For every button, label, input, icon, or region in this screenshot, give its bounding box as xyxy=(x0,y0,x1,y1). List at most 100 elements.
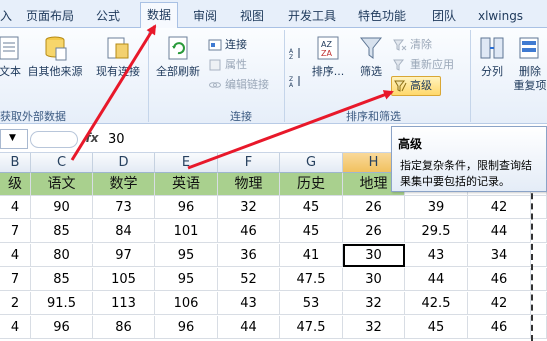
table-cell[interactable]: 91.5 xyxy=(31,292,93,315)
table-cell[interactable]: 73 xyxy=(93,196,155,219)
text-to-columns-button[interactable]: 分列 xyxy=(474,34,510,79)
table-header-cell[interactable]: 历史 xyxy=(280,173,343,196)
edit-links-button[interactable]: 编辑链接 xyxy=(208,76,269,93)
from-other-sources-button[interactable]: 自其他来源 xyxy=(24,34,86,79)
table-cell[interactable]: 46 xyxy=(468,268,531,291)
table-cell[interactable]: 39 xyxy=(405,196,468,219)
table-cell[interactable]: 42 xyxy=(468,196,531,219)
table-cell[interactable]: 29.5 xyxy=(405,220,468,243)
reapply-button[interactable]: 重新应用 xyxy=(393,56,454,73)
tab-view[interactable]: 视图 xyxy=(240,6,264,26)
table-cell[interactable]: 113 xyxy=(93,292,155,315)
table-header-cell[interactable]: 物理 xyxy=(218,173,280,196)
filter-button[interactable]: 筛选 xyxy=(354,34,388,79)
table-cell[interactable]: 52 xyxy=(218,268,280,291)
table-cell[interactable]: 44 xyxy=(218,316,280,339)
table-cell[interactable]: 44 xyxy=(468,220,531,243)
table-cell[interactable] xyxy=(533,268,547,291)
table-cell[interactable]: 46 xyxy=(218,220,280,243)
table-cell[interactable]: 34 xyxy=(468,244,531,267)
sort-button[interactable]: AZ ZA 排序... xyxy=(306,34,350,79)
tab-formulas[interactable]: 公式 xyxy=(96,6,120,26)
table-cell[interactable]: 43 xyxy=(218,292,280,315)
properties-button[interactable]: 属性 xyxy=(208,56,247,73)
table-cell[interactable]: 4 xyxy=(0,196,31,219)
table-cell[interactable]: 36 xyxy=(218,244,280,267)
table-cell[interactable] xyxy=(533,196,547,219)
column-header-c[interactable]: C xyxy=(31,153,93,173)
remove-duplicates-button[interactable]: 删除 重复项 xyxy=(512,34,547,93)
table-cell[interactable]: 32 xyxy=(343,316,405,339)
table-cell[interactable]: 30 xyxy=(343,268,405,291)
sort-ascending-button[interactable]: AZ xyxy=(288,44,304,61)
table-cell[interactable]: 4 xyxy=(0,316,31,339)
tab-special-features[interactable]: 特色功能 xyxy=(358,6,406,26)
active-cell[interactable]: 30 xyxy=(343,244,405,267)
table-cell[interactable]: 96 xyxy=(31,316,93,339)
tab-xlwings[interactable]: xlwings xyxy=(478,6,523,26)
formula-bar-expander[interactable] xyxy=(30,131,78,148)
insert-function-button[interactable]: fx xyxy=(82,131,102,148)
table-cell[interactable]: 47.5 xyxy=(280,316,343,339)
table-cell[interactable]: 45 xyxy=(405,316,468,339)
table-cell[interactable]: 32 xyxy=(343,292,405,315)
column-header-d[interactable]: D xyxy=(93,153,155,173)
table-header-cell[interactable]: 数学 xyxy=(93,173,155,196)
table-cell[interactable]: 96 xyxy=(155,196,218,219)
table-cell[interactable]: 101 xyxy=(155,220,218,243)
table-cell[interactable]: 46 xyxy=(468,316,531,339)
formula-input[interactable]: 30 xyxy=(108,130,125,150)
refresh-all-button[interactable]: 全部刷新 xyxy=(152,34,204,79)
table-cell[interactable]: 32 xyxy=(218,196,280,219)
table-cell[interactable]: 2 xyxy=(0,292,31,315)
connections-button[interactable]: 连接 xyxy=(208,36,247,53)
table-cell[interactable]: 45 xyxy=(280,220,343,243)
table-cell[interactable]: 95 xyxy=(155,268,218,291)
clear-filter-button[interactable]: 清除 xyxy=(393,36,432,53)
table-cell[interactable]: 7 xyxy=(0,268,31,291)
tab-insert[interactable]: 入 xyxy=(0,6,12,26)
table-cell[interactable]: 43 xyxy=(405,244,468,267)
column-header-e[interactable]: E xyxy=(155,153,218,173)
table-cell[interactable]: 45 xyxy=(280,196,343,219)
table-cell[interactable]: 26 xyxy=(343,196,405,219)
sort-descending-button[interactable]: ZA xyxy=(288,72,304,89)
table-header-cell[interactable]: 级 xyxy=(0,173,31,196)
existing-connections-button[interactable]: 现有连接 xyxy=(92,34,144,79)
table-cell[interactable]: 41 xyxy=(280,244,343,267)
advanced-filter-button[interactable]: 高级 xyxy=(391,76,441,96)
table-cell[interactable]: 26 xyxy=(343,220,405,243)
table-cell[interactable]: 53 xyxy=(280,292,343,315)
table-cell[interactable] xyxy=(533,220,547,243)
tab-page-layout[interactable]: 页面布局 xyxy=(26,6,74,26)
table-cell[interactable]: 80 xyxy=(31,244,93,267)
from-text-button[interactable]: 文本 xyxy=(0,34,26,79)
table-cell[interactable]: 90 xyxy=(31,196,93,219)
table-cell[interactable]: 84 xyxy=(93,220,155,243)
table-cell[interactable]: 42.5 xyxy=(405,292,468,315)
table-cell[interactable]: 85 xyxy=(31,268,93,291)
table-cell[interactable]: 97 xyxy=(93,244,155,267)
tab-review[interactable]: 审阅 xyxy=(193,6,217,26)
table-cell[interactable]: 95 xyxy=(155,244,218,267)
table-cell[interactable]: 106 xyxy=(155,292,218,315)
table-cell[interactable]: 105 xyxy=(93,268,155,291)
table-cell[interactable]: 86 xyxy=(93,316,155,339)
table-cell[interactable]: 42 xyxy=(468,292,531,315)
table-cell[interactable]: 7 xyxy=(0,220,31,243)
table-cell[interactable]: 47.5 xyxy=(280,268,343,291)
table-cell[interactable]: 4 xyxy=(0,244,31,267)
table-cell[interactable]: 44 xyxy=(405,268,468,291)
table-header-cell[interactable]: 英语 xyxy=(155,173,218,196)
table-cell[interactable]: 85 xyxy=(31,220,93,243)
table-cell[interactable] xyxy=(533,244,547,267)
column-header-b[interactable]: B xyxy=(0,153,31,173)
table-cell[interactable]: 96 xyxy=(155,316,218,339)
tab-team[interactable]: 团队 xyxy=(432,6,456,26)
table-header-cell[interactable]: 语文 xyxy=(31,173,93,196)
tab-developer[interactable]: 开发工具 xyxy=(288,6,336,26)
table-cell[interactable] xyxy=(533,292,547,315)
name-box-dropdown[interactable]: ▼ xyxy=(0,129,28,149)
table-cell[interactable] xyxy=(533,316,547,339)
column-header-g[interactable]: G xyxy=(280,153,343,173)
